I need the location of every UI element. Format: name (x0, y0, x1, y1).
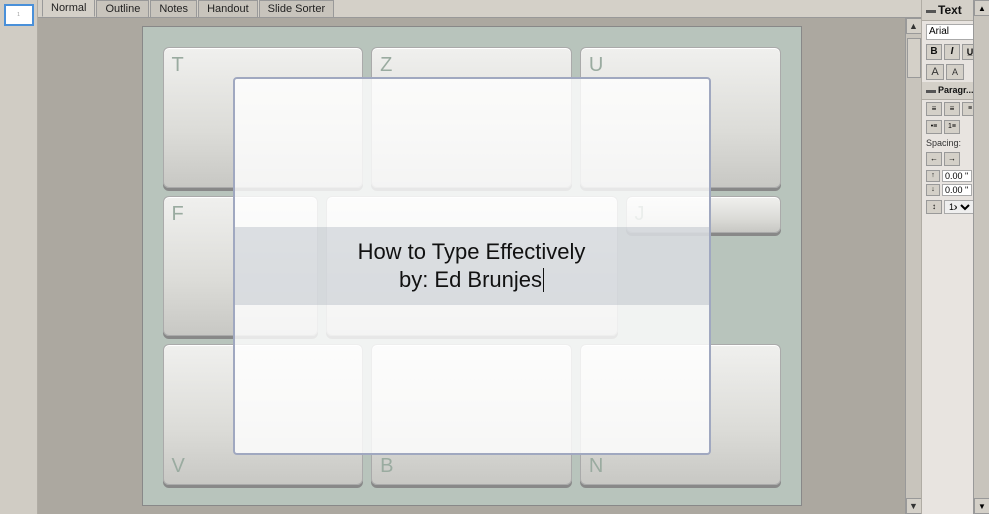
collapse-icon[interactable]: ▬ (926, 5, 936, 16)
bullet-list-button[interactable]: •≡ (926, 120, 942, 134)
line-spacing-button[interactable]: ↕ (926, 200, 942, 214)
tab-normal[interactable]: Normal (42, 0, 95, 17)
panel-scroll-down[interactable]: ▼ (974, 498, 989, 514)
indent-right-button[interactable]: → (944, 152, 960, 166)
font-size-large-btn[interactable]: A (926, 64, 944, 80)
above-spacing-input[interactable] (942, 170, 972, 182)
indent-left-button[interactable]: ← (926, 152, 942, 166)
vertical-scrollbar: ▲ ▼ (905, 18, 921, 514)
scroll-track[interactable] (906, 34, 922, 498)
properties-panel: ▬ Text B I U̲ A A ▬ Paragr... ≡ ≡ ≡ •≡ 1… (921, 0, 989, 514)
tab-outline[interactable]: Outline (96, 0, 149, 17)
tab-handout[interactable]: Handout (198, 0, 258, 17)
slide-canvas-area: T Z U F J V B N (38, 18, 905, 514)
collapse-para-icon[interactable]: ▬ (926, 85, 936, 96)
tab-slide-sorter[interactable]: Slide Sorter (259, 0, 334, 17)
slide-subtitle: by: Ed Brunjes (255, 267, 689, 293)
tab-bar: Normal Outline Notes Handout Slide Sorte… (38, 0, 921, 18)
tab-notes[interactable]: Notes (150, 0, 197, 17)
align-left-button[interactable]: ≡ (926, 102, 942, 116)
panel-scroll-track[interactable] (974, 16, 989, 498)
main-area: Normal Outline Notes Handout Slide Sorte… (38, 0, 921, 514)
spacing-label: Spacing: (926, 138, 961, 148)
above-icon: ↑ (926, 170, 940, 182)
thumbnail-panel: 1 (0, 0, 38, 514)
slide-title: How to Type Effectively (255, 239, 689, 265)
bold-button[interactable]: B (926, 44, 942, 60)
below-spacing-input[interactable] (942, 184, 972, 196)
scroll-down-button[interactable]: ▼ (906, 498, 922, 514)
text-cursor (543, 268, 544, 292)
slide-title-bar: How to Type Effectively by: Ed Brunjes (235, 227, 709, 305)
panel-scrollbar: ▲ ▼ (973, 0, 989, 514)
panel-scroll-up[interactable]: ▲ (974, 0, 989, 16)
line-spacing-select[interactable]: 1x 1.5x 2x (944, 200, 974, 214)
scroll-up-button[interactable]: ▲ (906, 18, 922, 34)
below-icon: ↓ (926, 184, 940, 196)
font-size-small-btn[interactable]: A (946, 64, 964, 80)
slide-overlay[interactable]: How to Type Effectively by: Ed Brunjes (233, 77, 711, 455)
scroll-thumb[interactable] (907, 38, 921, 78)
align-center-button[interactable]: ≡ (944, 102, 960, 116)
thumbnail-item-1[interactable]: 1 (4, 4, 34, 26)
numbered-list-button[interactable]: 1≡ (944, 120, 960, 134)
slide: T Z U F J V B N (142, 26, 802, 506)
italic-button[interactable]: I (944, 44, 960, 60)
